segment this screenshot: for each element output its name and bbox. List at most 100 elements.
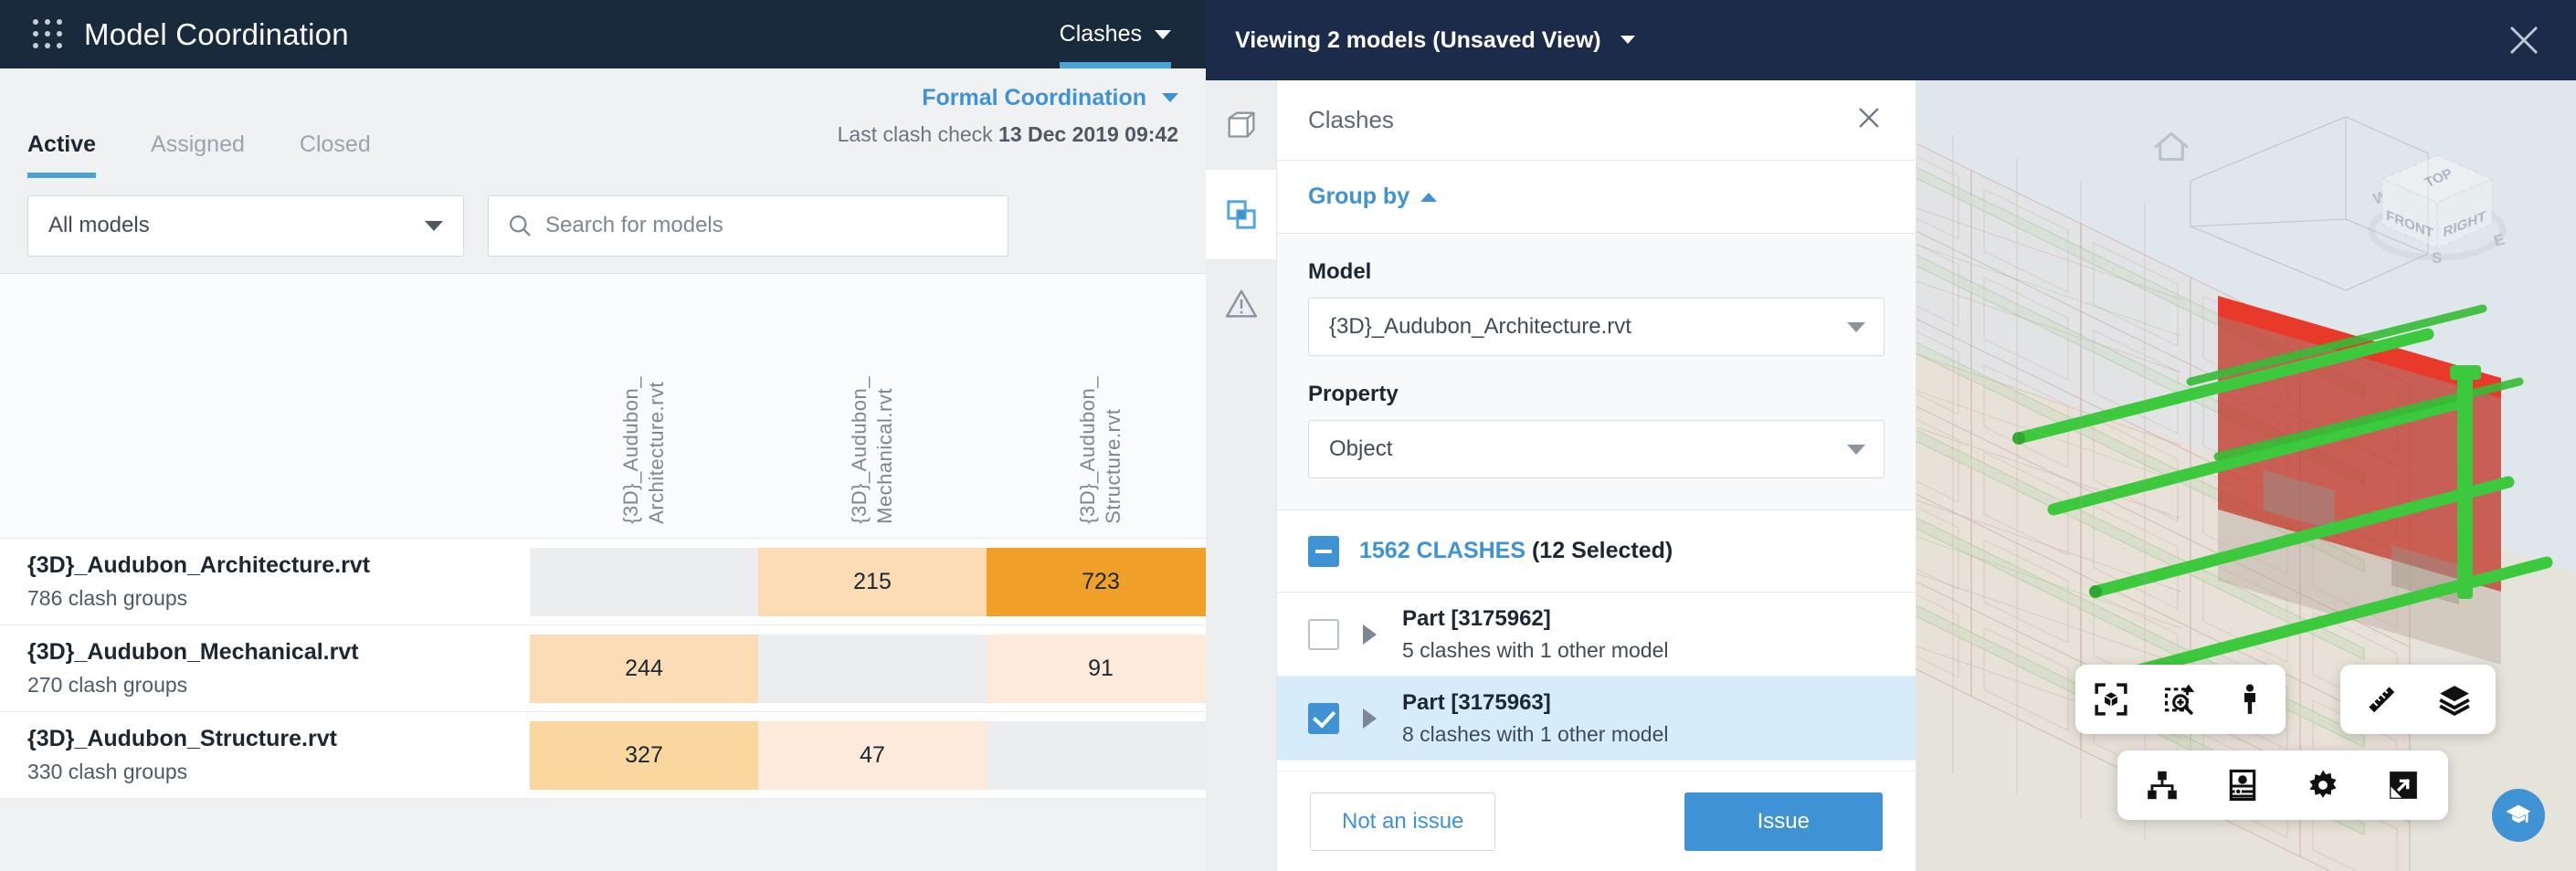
status-tabs: Active Assigned Closed Formal Coordinati… <box>0 68 1206 178</box>
viewer-toolbar-panels <box>2117 750 2448 820</box>
matrix-col-label: {3D}_Audubon_ Architecture.rvt <box>618 376 670 524</box>
matrix-col-label: {3D}_Audubon_ Mechanical.rvt <box>847 376 898 524</box>
matrix-row-label: {3D}_Audubon_Architecture.rvt 786 clash … <box>0 552 530 611</box>
view-cube[interactable]: W E S TOP FRONT RIGHT <box>2360 135 2514 286</box>
viewer-title-label: Viewing 2 models (Unsaved View) <box>1235 27 1601 53</box>
viewer-title-selector[interactable]: Viewing 2 models (Unsaved View) <box>1235 27 1635 54</box>
layers-stack-icon[interactable] <box>2433 678 2476 720</box>
matrix-row-name: {3D}_Audubon_Structure.rvt <box>27 726 530 752</box>
property-field-label: Property <box>1308 382 1884 407</box>
matrix-row-groups: 330 clash groups <box>27 760 530 784</box>
model-filter-value: All models <box>48 213 150 238</box>
clashes-count-row: 1562 CLASHES (12 Selected) <box>1277 510 1916 593</box>
model-select-value: {3D}_Audubon_Architecture.rvt <box>1329 314 1631 340</box>
clash-item-checkbox[interactable] <box>1308 703 1339 734</box>
rail-item-model-browser[interactable] <box>1206 80 1276 170</box>
clashes-selected: (12 Selected) <box>1532 538 1673 563</box>
tab-assigned[interactable]: Assigned <box>151 131 245 178</box>
matrix-row-groups: 786 clash groups <box>27 586 530 611</box>
model-tree-icon[interactable] <box>2141 764 2183 806</box>
close-icon[interactable] <box>2505 21 2543 59</box>
fit-to-view-icon[interactable] <box>2090 678 2132 720</box>
group-by-toggle[interactable]: Group by <box>1277 161 1916 234</box>
matrix-cell <box>758 635 987 703</box>
fullscreen-icon[interactable] <box>2382 764 2424 806</box>
model-select[interactable]: {3D}_Audubon_Architecture.rvt <box>1308 298 1884 356</box>
not-an-issue-button[interactable]: Not an issue <box>1310 792 1495 851</box>
matrix-column-headers: {3D}_Audubon_ Architecture.rvt {3D}_Audu… <box>0 274 1206 539</box>
matrix-cell[interactable]: 47 <box>758 721 987 790</box>
tab-active[interactable]: Active <box>27 131 96 178</box>
app-root: Model Coordination Clashes Active Assign… <box>0 0 2576 871</box>
header-right-group: Clashes <box>1032 0 1206 68</box>
chevron-down-icon <box>1621 36 1635 44</box>
matrix-col-header-2: {3D}_Audubon_ Structure.rvt <box>987 376 1206 529</box>
clash-item-subtitle: 5 clashes with 1 other model <box>1402 638 1669 663</box>
tab-closed[interactable]: Closed <box>300 131 371 178</box>
chevron-down-icon <box>425 221 443 231</box>
matrix-row-name: {3D}_Audubon_Mechanical.rvt <box>27 639 530 666</box>
matrix-row-name: {3D}_Audubon_Architecture.rvt <box>27 552 530 579</box>
matrix-cell[interactable]: 327 <box>530 721 758 790</box>
matrix-cell[interactable]: 723 <box>987 548 1206 616</box>
chevron-down-icon <box>1162 93 1178 102</box>
model-filter-select[interactable]: All models <box>27 195 464 257</box>
chevron-down-icon <box>1847 322 1865 332</box>
matrix-col-header-1: {3D}_Audubon_ Mechanical.rvt <box>758 376 987 529</box>
home-icon[interactable] <box>2150 126 2192 173</box>
viewer-toolbar-navigation <box>2075 665 2286 734</box>
first-person-walk-icon[interactable] <box>2229 678 2271 720</box>
matrix-cell <box>987 721 1206 790</box>
clash-matrix: {3D}_Audubon_ Architecture.rvt {3D}_Audu… <box>0 274 1206 799</box>
viewer-body: Clashes Group by Model {3D}_Au <box>1206 80 2576 871</box>
model-viewport[interactable]: W E S TOP FRONT RIGHT <box>1916 80 2576 871</box>
list-item[interactable]: Part [3175963] 8 clashes with 1 other mo… <box>1277 677 1916 761</box>
expand-triangle-icon[interactable] <box>1363 708 1377 729</box>
issue-button[interactable]: Issue <box>1684 792 1883 851</box>
clashes-panel-title: Clashes <box>1308 106 1394 134</box>
matrix-cell[interactable]: 244 <box>530 635 758 703</box>
matrix-cell[interactable]: 215 <box>758 548 987 616</box>
clash-layers-icon <box>1223 196 1260 233</box>
clash-actions: Not an issue Issue <box>1277 771 1916 871</box>
filter-bar: All models Search for models <box>0 178 1206 274</box>
rail-item-clashes[interactable] <box>1206 170 1276 259</box>
settings-gear-icon[interactable] <box>2302 764 2344 806</box>
properties-panel-icon[interactable] <box>2222 764 2264 806</box>
coordination-space-label: Formal Coordination <box>922 85 1146 110</box>
search-icon <box>507 213 533 238</box>
select-all-checkbox[interactable] <box>1308 536 1339 567</box>
zoom-window-icon[interactable] <box>2159 678 2201 720</box>
matrix-row-label: {3D}_Audubon_Structure.rvt 330 clash gro… <box>0 726 530 784</box>
table-row: {3D}_Audubon_Structure.rvt 330 clash gro… <box>0 712 1206 799</box>
close-icon[interactable] <box>1853 102 1884 138</box>
search-models-box[interactable]: Search for models <box>488 195 1008 257</box>
viewer-toolbar-tools <box>2340 665 2496 734</box>
chevron-down-icon <box>1847 445 1865 455</box>
header-tab-clashes[interactable]: Clashes <box>1032 0 1206 68</box>
model-coordination-panel: Model Coordination Clashes Active Assign… <box>0 0 1206 871</box>
autodesk-logo-icon[interactable] <box>2492 789 2545 842</box>
chevron-down-icon <box>1155 30 1171 39</box>
coordination-info: Formal Coordination Last clash check 13 … <box>838 85 1178 147</box>
matrix-row-groups: 270 clash groups <box>27 673 530 698</box>
viewer-header: Viewing 2 models (Unsaved View) <box>1206 0 2576 80</box>
matrix-cell[interactable]: 91 <box>987 635 1206 703</box>
coordination-space-selector[interactable]: Formal Coordination <box>838 85 1178 111</box>
rail-item-issues[interactable] <box>1206 259 1276 349</box>
measure-ruler-icon[interactable] <box>2360 678 2402 720</box>
matrix-col-label: {3D}_Audubon_ Structure.rvt <box>1075 376 1126 524</box>
property-select[interactable]: Object <box>1308 420 1884 478</box>
clashes-panel-header: Clashes <box>1277 80 1916 161</box>
expand-triangle-icon[interactable] <box>1363 624 1377 645</box>
matrix-col-header-0: {3D}_Audubon_ Architecture.rvt <box>530 376 758 529</box>
grid-apps-icon[interactable] <box>33 19 64 50</box>
model-browser-icon <box>1223 107 1260 143</box>
group-by-filters: Model {3D}_Audubon_Architecture.rvt Prop… <box>1277 234 1916 510</box>
clashes-sidebar: Clashes Group by Model {3D}_Au <box>1277 80 1916 871</box>
last-check-value: 13 Dec 2019 09:42 <box>998 122 1178 146</box>
list-item[interactable]: Part [3175962] 5 clashes with 1 other mo… <box>1277 593 1916 677</box>
clash-item-text: Part [3175962] 5 clashes with 1 other mo… <box>1402 606 1669 663</box>
clash-item-checkbox[interactable] <box>1308 619 1339 650</box>
clash-list: Part [3175962] 5 clashes with 1 other mo… <box>1277 593 1916 771</box>
